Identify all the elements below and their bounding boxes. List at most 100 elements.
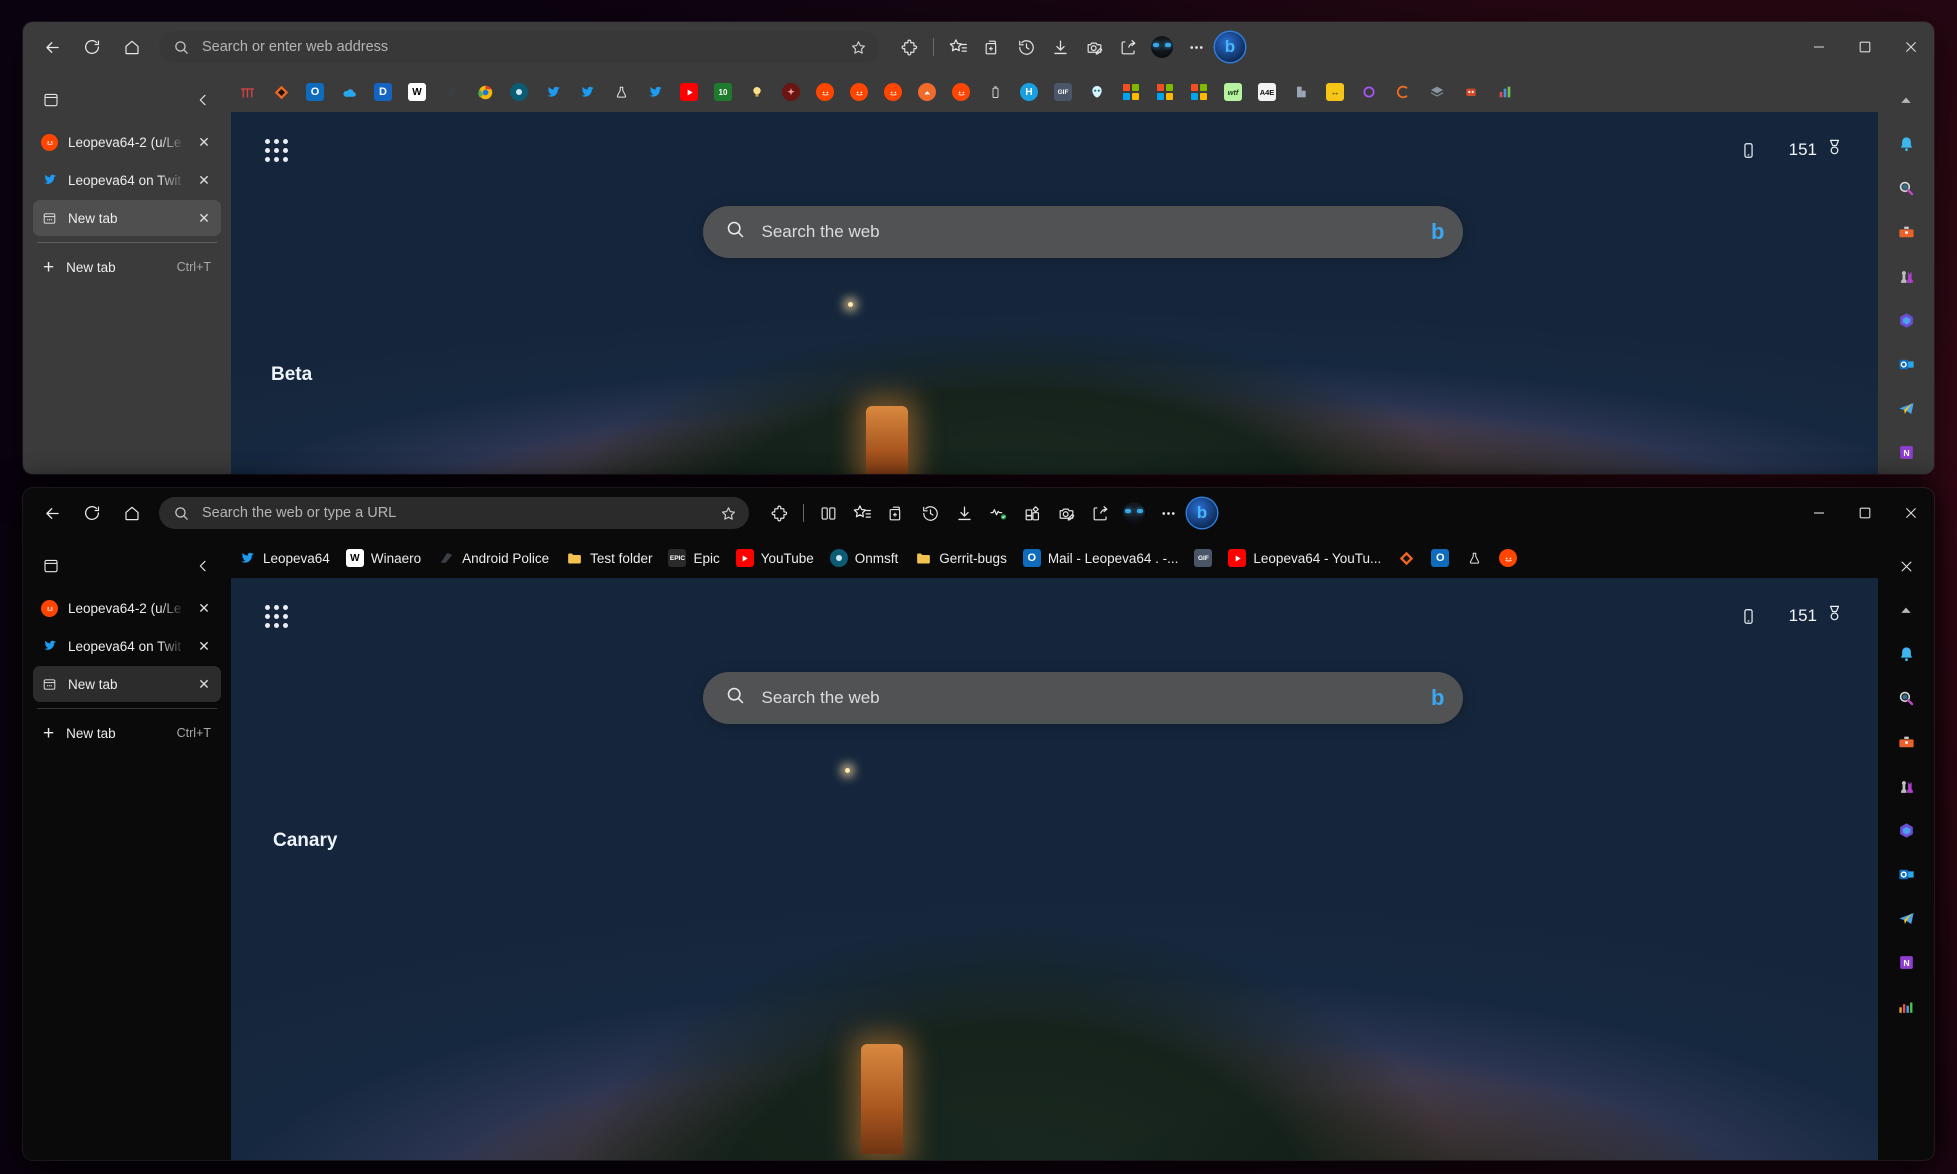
- ntp-search-box-canary[interactable]: Search the web b: [703, 672, 1463, 724]
- rewards-button[interactable]: 151: [1783, 135, 1850, 165]
- close-button[interactable]: [1888, 30, 1934, 64]
- collections-icon[interactable]: [976, 31, 1008, 63]
- onenote-icon[interactable]: N: [1886, 432, 1926, 472]
- downloads-icon[interactable]: [948, 497, 980, 529]
- browser-essentials-icon[interactable]: [982, 497, 1014, 529]
- add-favorite-icon[interactable]: [715, 500, 741, 526]
- close-button[interactable]: [1888, 496, 1934, 530]
- telegram-icon[interactable]: [1886, 898, 1926, 938]
- close-tab-icon[interactable]: ✕: [195, 676, 213, 693]
- share-icon[interactable]: [1112, 31, 1144, 63]
- copilot-icon[interactable]: b: [1186, 497, 1218, 529]
- favorite-item[interactable]: ✦: [775, 78, 807, 106]
- favorite-item[interactable]: [1149, 78, 1181, 106]
- favorite-item[interactable]: [979, 78, 1011, 106]
- favorite-item[interactable]: [741, 78, 773, 106]
- favorite-item[interactable]: 10: [707, 78, 739, 106]
- toolbox-icon[interactable]: [1886, 212, 1926, 252]
- favorite-item[interactable]: GIF: [1047, 78, 1079, 106]
- favorite-item[interactable]: EPICEpic: [661, 544, 726, 572]
- close-tab-icon[interactable]: ✕: [195, 210, 213, 227]
- favorite-item[interactable]: [1390, 544, 1422, 572]
- new-tab-button-beta[interactable]: + New tab Ctrl+T: [33, 249, 221, 285]
- favorite-item[interactable]: [1081, 78, 1113, 106]
- office-icon[interactable]: [1886, 300, 1926, 340]
- bing-icon[interactable]: b: [1431, 685, 1444, 711]
- favorite-item[interactable]: D: [367, 78, 399, 106]
- tab-item[interactable]: Leopeva64 on Twit✕: [33, 628, 221, 664]
- favorite-item[interactable]: [639, 78, 671, 106]
- games-icon[interactable]: [1886, 256, 1926, 296]
- notifications-bell-icon[interactable]: [1886, 124, 1926, 164]
- favorite-item[interactable]: H: [1013, 78, 1045, 106]
- favorite-item[interactable]: [877, 78, 909, 106]
- favorite-item[interactable]: OMail - Leopeva64 . -...: [1016, 544, 1186, 572]
- favorite-item[interactable]: [1183, 78, 1215, 106]
- favorite-item[interactable]: [1421, 78, 1453, 106]
- split-screen-icon[interactable]: [812, 497, 844, 529]
- profile-avatar[interactable]: [1118, 497, 1150, 529]
- phone-icon[interactable]: [1733, 134, 1765, 166]
- favorite-item[interactable]: WWinaero: [339, 544, 428, 572]
- app-grid-icon[interactable]: [265, 605, 288, 628]
- tab-item[interactable]: New tab✕: [33, 200, 221, 236]
- favorite-item[interactable]: [843, 78, 875, 106]
- chevron-up-icon[interactable]: [1886, 590, 1926, 630]
- outlook-icon[interactable]: [1886, 344, 1926, 384]
- equalizer-icon[interactable]: [1886, 986, 1926, 1026]
- favorite-item[interactable]: Test folder: [558, 544, 659, 572]
- favorite-item[interactable]: Onmsft: [823, 544, 906, 572]
- games-icon[interactable]: [1886, 766, 1926, 806]
- favorite-item[interactable]: Leopeva64: [231, 544, 337, 572]
- tab-item[interactable]: Leopeva64-2 (u/Le✕: [33, 124, 221, 160]
- favorite-item[interactable]: [1492, 544, 1524, 572]
- favorite-item[interactable]: [809, 78, 841, 106]
- ntp-search-box-beta[interactable]: Search the web b: [703, 206, 1463, 258]
- tab-actions-icon[interactable]: [37, 552, 65, 580]
- app-launcher-icon[interactable]: [1016, 497, 1048, 529]
- favorite-item[interactable]: [1455, 78, 1487, 106]
- copilot-icon[interactable]: b: [1214, 31, 1246, 63]
- favorite-item[interactable]: [1387, 78, 1419, 106]
- minimize-button[interactable]: [1796, 496, 1842, 530]
- address-bar-canary[interactable]: Search the web or type a URL: [159, 497, 749, 529]
- screenshot-icon[interactable]: [1050, 497, 1082, 529]
- back-button[interactable]: [35, 30, 69, 64]
- favorite-item[interactable]: [1353, 78, 1385, 106]
- app-grid-icon[interactable]: [265, 139, 288, 162]
- favorite-item[interactable]: GIF: [1187, 544, 1219, 572]
- profile-avatar[interactable]: [1146, 31, 1178, 63]
- tab-item[interactable]: Leopeva64-2 (u/Le✕: [33, 590, 221, 626]
- favorite-item[interactable]: wtf: [1217, 78, 1249, 106]
- collapse-tabs-icon[interactable]: [189, 552, 217, 580]
- notifications-bell-icon[interactable]: [1886, 634, 1926, 674]
- minimize-button[interactable]: [1796, 30, 1842, 64]
- search-icon[interactable]: [1886, 168, 1926, 208]
- collections-icon[interactable]: [880, 497, 912, 529]
- extensions-icon[interactable]: [893, 31, 925, 63]
- screenshot-icon[interactable]: [1078, 31, 1110, 63]
- favorite-item[interactable]: Leopeva64 - YouTu...: [1221, 544, 1388, 572]
- collapse-tabs-icon[interactable]: [189, 86, 217, 114]
- favorite-item[interactable]: [945, 78, 977, 106]
- tab-item[interactable]: New tab✕: [33, 666, 221, 702]
- reload-button[interactable]: [75, 496, 109, 530]
- close-tab-icon[interactable]: ✕: [195, 134, 213, 151]
- office-icon[interactable]: [1886, 810, 1926, 850]
- favorite-item[interactable]: [231, 78, 263, 106]
- favorite-item[interactable]: [673, 78, 705, 106]
- favorite-item[interactable]: [1115, 78, 1147, 106]
- favorite-item[interactable]: O: [1424, 544, 1456, 572]
- add-favorite-icon[interactable]: [845, 34, 871, 60]
- favorite-item[interactable]: [605, 78, 637, 106]
- new-tab-button-canary[interactable]: + New tab Ctrl+T: [33, 715, 221, 751]
- favorite-item[interactable]: [1285, 78, 1317, 106]
- tab-actions-icon[interactable]: [37, 86, 65, 114]
- favorite-item[interactable]: ↔: [1319, 78, 1351, 106]
- favorites-icon[interactable]: [846, 497, 878, 529]
- favorite-item[interactable]: A4E: [1251, 78, 1283, 106]
- favorite-item[interactable]: O: [299, 78, 331, 106]
- toolbox-icon[interactable]: [1886, 722, 1926, 762]
- close-tab-icon[interactable]: ✕: [195, 172, 213, 189]
- more-icon[interactable]: [1180, 31, 1212, 63]
